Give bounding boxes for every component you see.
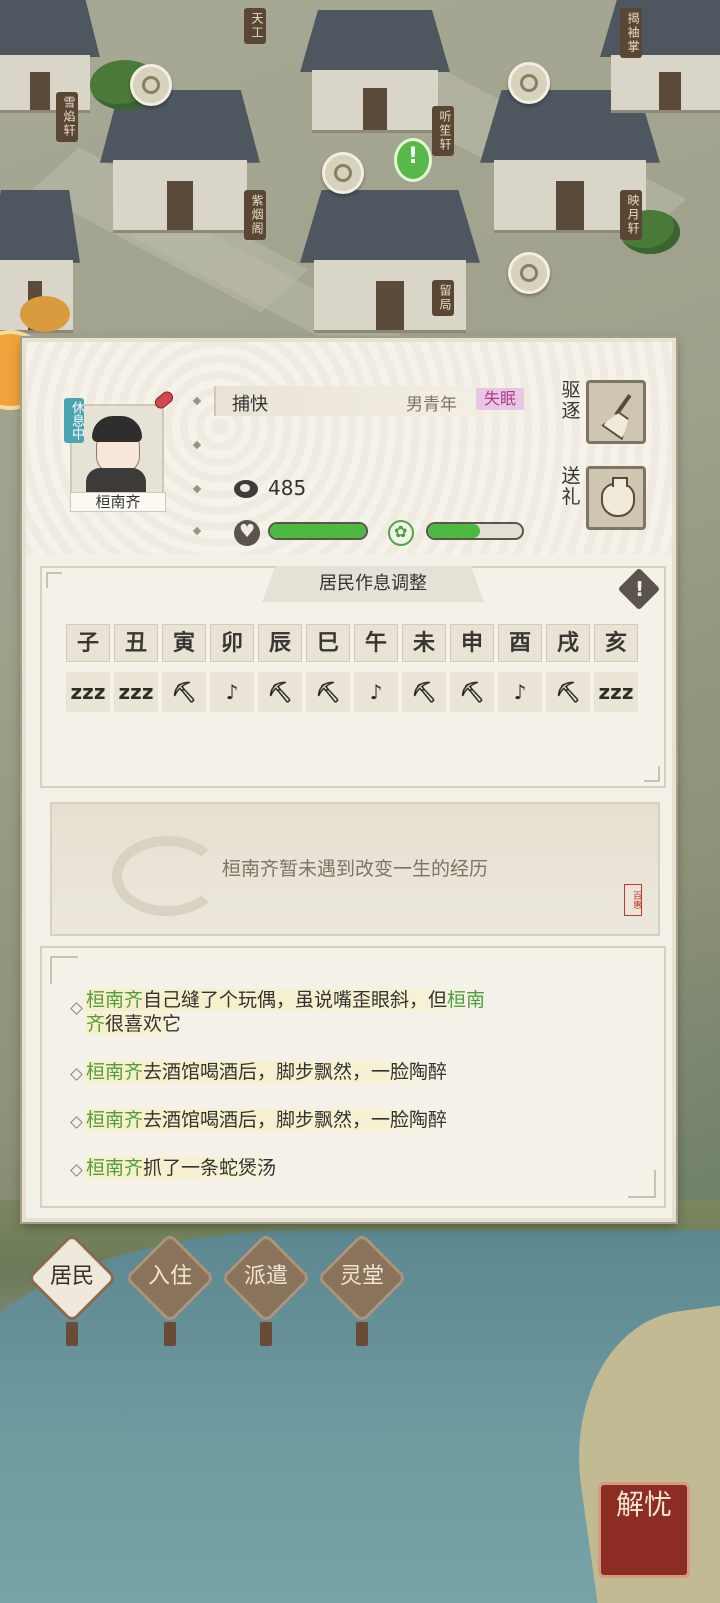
log-entry: 桓南齐去酒馆喝酒后，脚步飘然，一脸陶醉	[86, 1061, 448, 1083]
event-log: 桓南齐自己缝了个玩偶，虽说嘴歪眼斜，但桓南 齐很喜欢它 桓南齐去酒馆喝酒后，脚步…	[40, 946, 666, 1208]
sleep-icon[interactable]: zzz	[66, 672, 110, 712]
tab-residents-label: 居民	[49, 1264, 94, 1289]
hour-cell[interactable]: 寅	[162, 624, 206, 662]
expel-label: 驱逐	[561, 379, 581, 422]
building-sign: 留局	[432, 280, 454, 316]
activity-row: zzz zzz ⛏ ♪ ⛏ ⛏ ♪ ⛏ ⛏ ♪ ⛏ zzz	[66, 672, 638, 712]
tree	[20, 296, 70, 332]
building[interactable]	[100, 90, 260, 233]
warning-mark: !	[635, 577, 645, 601]
life-event-banner: 桓南齐暂未遇到改变一生的经历 百惠	[50, 802, 660, 936]
life-event-text: 桓南齐暂未遇到改变一生的经历	[221, 858, 488, 880]
hour-cell[interactable]: 丑	[114, 624, 158, 662]
tab-dispatch-label: 派遣	[243, 1264, 288, 1289]
work-pickaxe-icon[interactable]: ⛏	[162, 672, 206, 712]
heart-icon	[234, 520, 260, 546]
building-sign: 天工	[244, 8, 266, 44]
log-bullet-icon	[70, 1002, 83, 1015]
work-pickaxe-icon[interactable]: ⛏	[402, 672, 446, 712]
building-sign: 紫烟阁	[244, 190, 266, 240]
log-entry: 桓南齐去酒馆喝酒后，脚步飘然，一脸陶醉	[86, 1109, 448, 1131]
mood-bar-fill	[428, 524, 480, 538]
hour-cell[interactable]: 卯	[210, 624, 254, 662]
building-sign: 揭袖掌	[620, 8, 642, 58]
sleep-icon[interactable]: zzz	[594, 672, 638, 712]
gift-label: 送礼	[561, 465, 581, 508]
hour-row: 子丑寅卯辰巳午未申酉戌亥	[66, 624, 638, 662]
tab-memorial-hall-label: 灵堂	[339, 1264, 384, 1289]
building[interactable]	[0, 0, 100, 113]
health-bar-fill	[270, 524, 366, 538]
resident-name: 桓南齐	[70, 492, 166, 512]
coin-bubble-icon[interactable]	[322, 152, 364, 194]
building-sign: 听笙轩	[432, 106, 454, 156]
coins-icon	[234, 476, 260, 500]
tab-tassel	[66, 1322, 78, 1346]
building-sign: 映月轩	[620, 190, 642, 240]
corner-ornament	[628, 1170, 656, 1198]
quest-alert-icon[interactable]: !	[394, 138, 432, 182]
work-pickaxe-icon[interactable]: ⛏	[546, 672, 590, 712]
hour-cell[interactable]: 亥	[594, 624, 638, 662]
schedule-section: 居民作息调整 ! 子丑寅卯辰巳午未申酉戌亥 zzz zzz ⛏ ♪ ⛏ ⛏ ♪ ⛏ ⛏ ♪ ⛏ zzz	[40, 566, 666, 788]
coins-value: 485	[268, 476, 307, 500]
jieyou-seal-button[interactable]: 解忧	[598, 1482, 690, 1578]
gift-button[interactable]	[586, 466, 646, 530]
status-badge: 休息中	[64, 398, 84, 443]
trait-badge[interactable]: 失眠	[476, 388, 525, 410]
log-entry: 桓南齐抓了一条蛇煲汤	[86, 1157, 277, 1179]
work-pickaxe-icon[interactable]: ⛏	[450, 672, 494, 712]
leisure-music-icon[interactable]: ♪	[210, 672, 254, 712]
expel-button[interactable]	[586, 380, 646, 444]
building[interactable]	[300, 10, 450, 133]
tab-move-in-label: 入住	[147, 1264, 192, 1289]
job-title: 捕快	[232, 394, 268, 415]
log-bullet-icon	[70, 1164, 83, 1177]
red-seal-stamp: 百惠	[624, 884, 642, 916]
leisure-music-icon[interactable]: ♪	[354, 672, 398, 712]
work-pickaxe-icon[interactable]: ⛏	[258, 672, 302, 712]
resident-detail-panel: 休息中 桓南齐 捕快 男青年 失眠 485 驱逐 送礼 居民作息调整 ! 子丑寅…	[22, 338, 676, 1222]
hour-cell[interactable]: 未	[402, 624, 446, 662]
resident-avatar[interactable]	[70, 404, 164, 496]
hour-cell[interactable]: 辰	[258, 624, 302, 662]
schedule-title: 居民作息调整	[262, 566, 484, 602]
broom-icon	[603, 393, 633, 433]
building[interactable]	[600, 0, 720, 113]
hour-cell[interactable]: 巳	[306, 624, 350, 662]
health-bar	[268, 522, 368, 540]
hour-cell[interactable]: 酉	[498, 624, 542, 662]
gender-age: 男青年	[406, 395, 457, 415]
work-pickaxe-icon[interactable]: ⛏	[306, 672, 350, 712]
coin-bubble-icon[interactable]	[508, 62, 550, 104]
leisure-music-icon[interactable]: ♪	[498, 672, 542, 712]
coin-bubble-icon[interactable]	[130, 64, 172, 106]
hour-cell[interactable]: 午	[354, 624, 398, 662]
hour-cell[interactable]: 子	[66, 624, 110, 662]
log-bullet-icon	[70, 1068, 83, 1081]
corner-ornament	[50, 956, 78, 984]
tab-tassel	[356, 1322, 368, 1346]
hour-cell[interactable]: 申	[450, 624, 494, 662]
gift-bag-icon	[601, 477, 635, 517]
avatar-portrait	[90, 416, 144, 474]
sleep-icon[interactable]: zzz	[114, 672, 158, 712]
coin-bubble-icon[interactable]	[508, 252, 550, 294]
log-entry: 桓南齐自己缝了个玩偶，虽说嘴歪眼斜，但桓南 齐很喜欢它	[86, 989, 486, 1035]
log-bullet-icon	[70, 1116, 83, 1129]
tab-tassel	[164, 1322, 176, 1346]
tab-tassel	[260, 1322, 272, 1346]
hour-cell[interactable]: 戌	[546, 624, 590, 662]
mood-bar	[426, 522, 524, 540]
mood-icon	[388, 520, 414, 546]
building-sign: 雪焰轩	[56, 92, 78, 142]
